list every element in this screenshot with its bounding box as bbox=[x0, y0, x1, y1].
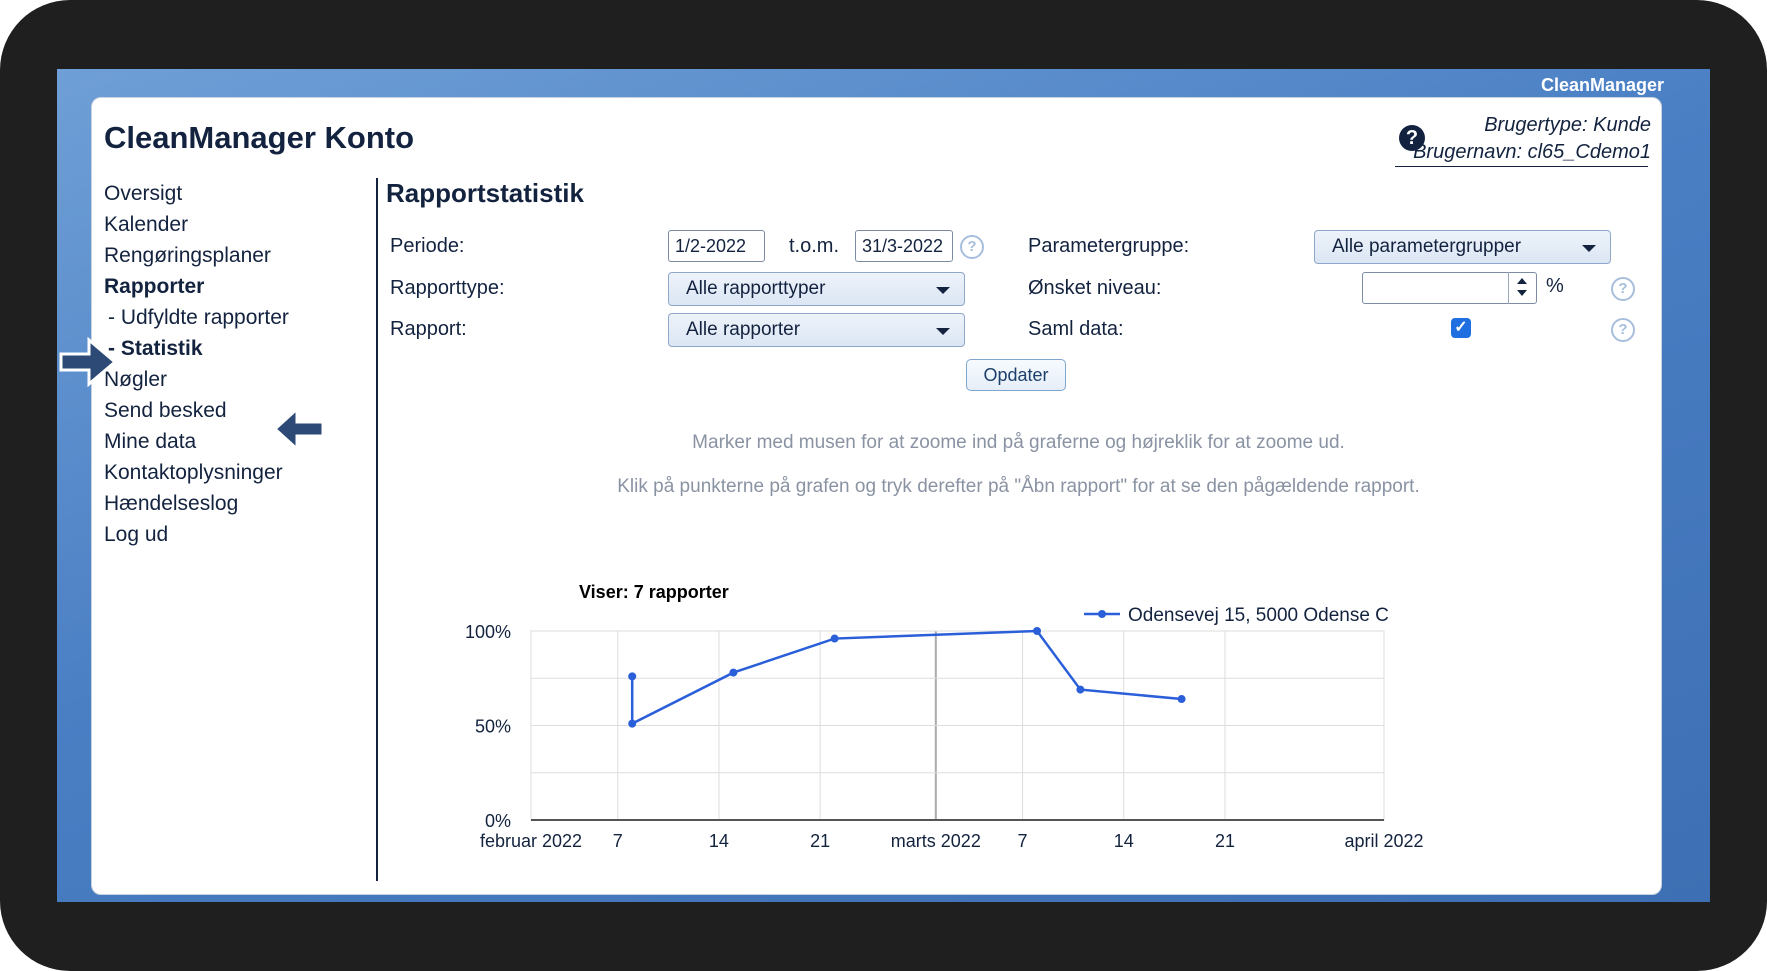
nav-item-log-ud[interactable]: Log ud bbox=[104, 519, 364, 550]
nav-item-nogler[interactable]: Nøgler bbox=[104, 364, 364, 395]
data-point[interactable] bbox=[1177, 695, 1186, 704]
x-tick-label: 14 bbox=[709, 831, 729, 851]
nav-item-rengoringsplaner[interactable]: Rengøringsplaner bbox=[104, 240, 364, 271]
x-tick-label: marts 2022 bbox=[891, 831, 981, 851]
data-point[interactable] bbox=[729, 668, 738, 677]
account-panel: CleanManager Konto ? Brugertype: Kunde B… bbox=[59, 97, 1662, 895]
main-content: Rapportstatistik Periode: 1/2-2022 t.o.m… bbox=[386, 178, 1651, 878]
data-point[interactable] bbox=[1076, 685, 1085, 694]
user-name: Brugernavn: cl65_Cdemo1 bbox=[1413, 141, 1651, 163]
nav-item-udfyldte-rapporter[interactable]: - Udfyldte rapporter bbox=[104, 302, 364, 333]
y-tick-label: 0% bbox=[485, 811, 511, 831]
sidebar-divider bbox=[376, 178, 378, 881]
sidebar-nav: Oversigt Kalender Rengøringsplaner Rappo… bbox=[59, 178, 364, 550]
arrow-right-icon bbox=[59, 337, 117, 387]
nav-item-rapporter[interactable]: Rapporter bbox=[104, 271, 364, 302]
x-tick-label: 7 bbox=[1018, 831, 1028, 851]
header-rule bbox=[1395, 166, 1648, 167]
app-window: CleanManager CleanManager Konto ? Bruger… bbox=[57, 69, 1710, 902]
x-tick-label: februar 2022 bbox=[480, 831, 582, 851]
nav-item-kontaktoplysninger[interactable]: Kontaktoplysninger bbox=[104, 457, 364, 488]
data-point[interactable] bbox=[628, 719, 637, 728]
page-header-title: CleanManager Konto bbox=[104, 120, 415, 155]
x-tick-label: april 2022 bbox=[1344, 831, 1423, 851]
nav-item-haendelseslog[interactable]: Hændelseslog bbox=[104, 488, 364, 519]
nav-item-send-besked[interactable]: Send besked bbox=[104, 395, 364, 426]
data-point[interactable] bbox=[830, 634, 839, 643]
brand-label: CleanManager bbox=[1540, 75, 1664, 95]
nav-item-oversigt[interactable]: Oversigt bbox=[104, 178, 364, 209]
x-tick-label: 21 bbox=[810, 831, 830, 851]
legend-swatch-point bbox=[1098, 610, 1106, 618]
x-tick-label: 21 bbox=[1215, 831, 1235, 851]
nav-item-statistik[interactable]: - Statistik bbox=[104, 333, 364, 364]
user-type: Brugertype: Kunde bbox=[1484, 114, 1651, 136]
data-point[interactable] bbox=[628, 672, 637, 681]
legend-label: Odensevej 15, 5000 Odense C bbox=[1128, 605, 1389, 626]
y-tick-label: 50% bbox=[475, 717, 511, 737]
arrow-left-icon bbox=[273, 406, 325, 452]
user-info: Brugertype: Kunde Brugernavn: cl65_Cdemo… bbox=[1413, 112, 1651, 166]
x-tick-label: 7 bbox=[613, 831, 623, 851]
x-tick-label: 14 bbox=[1114, 831, 1134, 851]
nav-item-kalender[interactable]: Kalender bbox=[104, 209, 364, 240]
line-chart[interactable]: februar 2022 7 14 21 marts 2022 7 14 21 april 20… bbox=[386, 178, 1651, 878]
y-tick-label: 100% bbox=[465, 622, 511, 642]
nav-item-mine-data[interactable]: Mine data bbox=[104, 426, 364, 457]
data-point[interactable] bbox=[1033, 627, 1042, 635]
